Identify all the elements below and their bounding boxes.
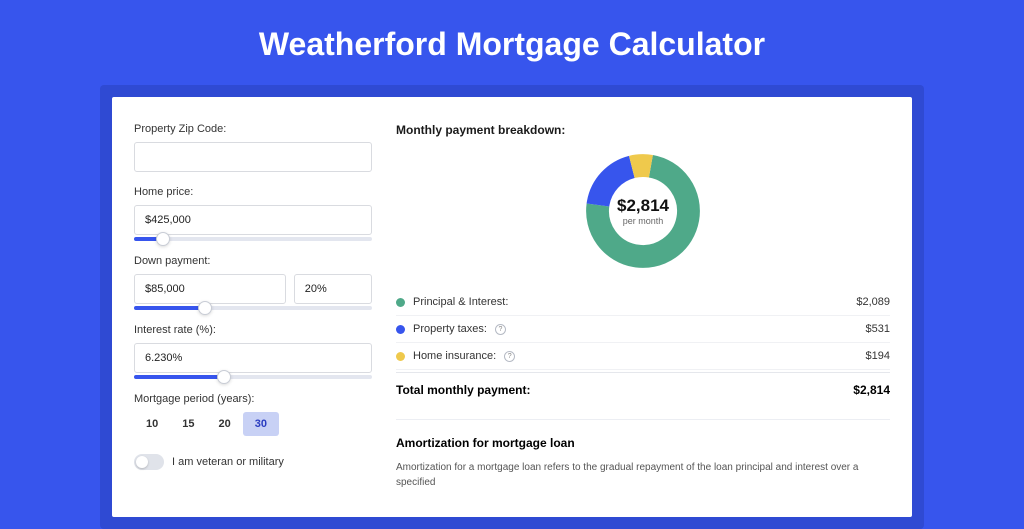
amortization-title: Amortization for mortgage loan [396, 436, 890, 450]
legend-label: Principal & Interest: [413, 296, 508, 308]
dot-icon [396, 352, 405, 361]
period-label: Mortgage period (years): [134, 393, 372, 405]
period-options: 10 15 20 30 [134, 412, 372, 436]
amortization-text: Amortization for a mortgage loan refers … [396, 460, 890, 490]
down-payment-slider[interactable] [134, 306, 372, 310]
home-price-field: Home price: [134, 186, 372, 241]
down-payment-label: Down payment: [134, 255, 372, 267]
down-payment-field: Down payment: [134, 255, 372, 310]
down-payment-amount-input[interactable] [134, 274, 286, 304]
donut-amount: $2,814 [617, 196, 669, 216]
interest-rate-field: Interest rate (%): [134, 324, 372, 379]
page-title: Weatherford Mortgage Calculator [0, 0, 1024, 85]
period-field: Mortgage period (years): 10 15 20 30 [134, 393, 372, 436]
interest-rate-input[interactable] [134, 343, 372, 373]
legend-taxes: Property taxes: ? $531 [396, 316, 890, 343]
interest-rate-slider[interactable] [134, 375, 372, 379]
home-price-label: Home price: [134, 186, 372, 198]
veteran-label: I am veteran or military [172, 456, 284, 468]
legend-principal: Principal & Interest: $2,089 [396, 289, 890, 316]
legend-value: $531 [866, 323, 890, 335]
total-label: Total monthly payment: [396, 383, 530, 397]
calculator-card: Property Zip Code: Home price: Down paym… [112, 97, 912, 517]
period-option-10[interactable]: 10 [134, 412, 170, 436]
breakdown-title: Monthly payment breakdown: [396, 123, 890, 137]
veteran-row: I am veteran or military [134, 454, 372, 470]
donut-chart: $2,814 per month [396, 151, 890, 271]
down-payment-percent-input[interactable] [294, 274, 372, 304]
total-value: $2,814 [853, 383, 890, 397]
home-price-input[interactable] [134, 205, 372, 235]
veteran-toggle[interactable] [134, 454, 164, 470]
legend-insurance: Home insurance: ? $194 [396, 343, 890, 370]
legend-label: Home insurance: [413, 350, 496, 362]
zip-label: Property Zip Code: [134, 123, 372, 135]
donut-sub: per month [623, 216, 664, 226]
info-icon[interactable]: ? [495, 324, 506, 335]
card-shadow: Property Zip Code: Home price: Down paym… [100, 85, 924, 529]
period-option-30[interactable]: 30 [243, 412, 279, 436]
dot-icon [396, 325, 405, 334]
interest-rate-label: Interest rate (%): [134, 324, 372, 336]
home-price-slider[interactable] [134, 237, 372, 241]
zip-input[interactable] [134, 142, 372, 172]
info-icon[interactable]: ? [504, 351, 515, 362]
legend-value: $2,089 [856, 296, 890, 308]
legend-value: $194 [866, 350, 890, 362]
zip-field: Property Zip Code: [134, 123, 372, 172]
form-panel: Property Zip Code: Home price: Down paym… [134, 123, 372, 517]
period-option-15[interactable]: 15 [170, 412, 206, 436]
period-option-20[interactable]: 20 [207, 412, 243, 436]
total-row: Total monthly payment: $2,814 [396, 372, 890, 397]
amortization-section: Amortization for mortgage loan Amortizat… [396, 419, 890, 490]
breakdown-panel: Monthly payment breakdown: $2,814 per mo… [396, 123, 890, 517]
dot-icon [396, 298, 405, 307]
legend-label: Property taxes: [413, 323, 487, 335]
